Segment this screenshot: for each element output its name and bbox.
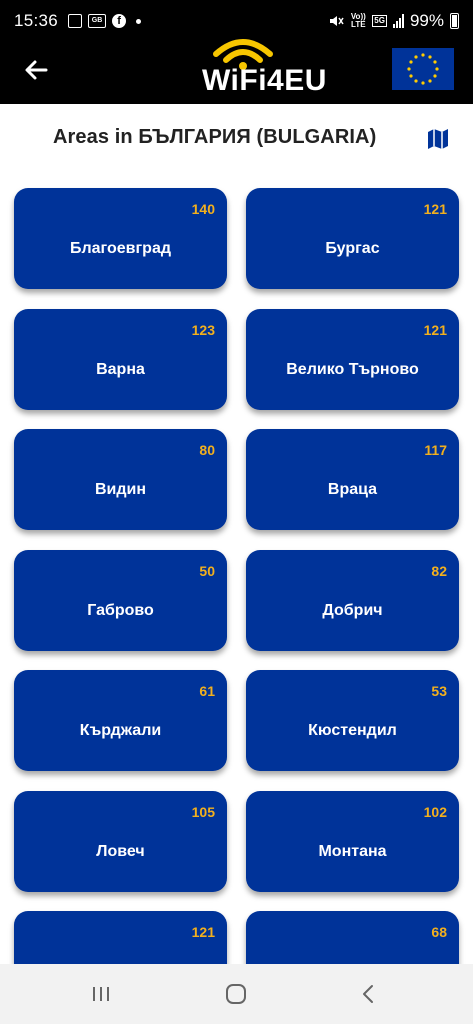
- battery-icon: [450, 13, 459, 29]
- page-title: Areas in БЪЛГАРИЯ (BULGARIA): [53, 126, 377, 148]
- eu-flag-icon: [392, 48, 454, 90]
- battery-percent: 99%: [409, 11, 444, 30]
- area-card[interactable]: 53 Кюстендил: [246, 670, 459, 771]
- dot-icon: [136, 18, 142, 24]
- area-card[interactable]: 68: [246, 911, 459, 964]
- area-name: Кюстендил: [308, 722, 397, 739]
- area-card[interactable]: 82 Добрич: [246, 550, 459, 651]
- area-count: 61: [199, 683, 215, 699]
- volte-icon: Vo)) LTE: [350, 12, 366, 29]
- area-card[interactable]: 121 Бургас: [246, 188, 459, 289]
- logo-text: WiFi4EU: [202, 64, 327, 97]
- area-name: Враца: [327, 481, 378, 498]
- area-card[interactable]: 80 Видин: [14, 429, 227, 530]
- area-count: 121: [423, 201, 447, 217]
- area-count: 121: [191, 924, 215, 940]
- recent-apps-icon[interactable]: [86, 982, 116, 1006]
- area-count: 82: [431, 563, 447, 579]
- area-card[interactable]: 121 Велико Търново: [246, 309, 459, 410]
- signal-icon: [392, 14, 404, 28]
- area-count: 140: [191, 201, 215, 217]
- area-name: Велико Търново: [286, 361, 419, 378]
- area-count: 68: [431, 924, 447, 940]
- status-right: Vo)) LTE 5G 99%: [328, 11, 459, 31]
- system-nav-bar: [0, 964, 473, 1024]
- gallery-icon: [68, 14, 83, 28]
- back-nav-icon[interactable]: [354, 982, 384, 1006]
- app-bar: WiFi4EU: [0, 39, 473, 104]
- area-name: Добрич: [322, 602, 383, 619]
- wifi4eu-logo: WiFi4EU: [198, 32, 348, 104]
- area-name: Монтана: [318, 843, 387, 860]
- area-card[interactable]: 102 Монтана: [246, 791, 459, 892]
- area-name: Благоевград: [69, 240, 171, 257]
- map-icon[interactable]: [427, 128, 449, 150]
- area-name: Видин: [94, 481, 147, 498]
- area-count: 123: [191, 322, 215, 338]
- home-icon[interactable]: [221, 982, 251, 1006]
- area-name: Бургас: [325, 240, 380, 257]
- area-card[interactable]: 105 Ловеч: [14, 791, 227, 892]
- area-card[interactable]: 50 Габрово: [14, 550, 227, 651]
- area-card[interactable]: 117 Враца: [246, 429, 459, 530]
- area-name: Ловеч: [96, 843, 145, 860]
- area-count: 50: [199, 563, 215, 579]
- area-name: Габрово: [87, 602, 154, 619]
- status-time: 15:36: [14, 11, 59, 30]
- notification-icons: GB f: [68, 14, 142, 28]
- area-name: Кърджали: [79, 722, 162, 739]
- title-row: Areas in БЪЛГАРИЯ (BULGARIA): [0, 124, 473, 154]
- area-card[interactable]: 140 Благоевград: [14, 188, 227, 289]
- facebook-icon: f: [112, 14, 127, 28]
- mute-icon: [330, 16, 344, 26]
- area-count: 80: [199, 442, 215, 458]
- main-content: Areas in БЪЛГАРИЯ (BULGARIA) 140 Благоевг…: [0, 104, 473, 964]
- network-type: 5G: [372, 15, 387, 27]
- back-arrow-icon[interactable]: [20, 54, 52, 86]
- area-card[interactable]: 123 Варна: [14, 309, 227, 410]
- area-count: 121: [423, 322, 447, 338]
- gb-icon: GB: [88, 14, 107, 28]
- area-card[interactable]: 121: [14, 911, 227, 964]
- area-card[interactable]: 61 Кърджали: [14, 670, 227, 771]
- area-count: 117: [424, 442, 447, 458]
- area-name: Варна: [96, 361, 145, 378]
- area-count: 102: [423, 804, 447, 820]
- area-count: 53: [431, 683, 447, 699]
- area-count: 105: [191, 804, 215, 820]
